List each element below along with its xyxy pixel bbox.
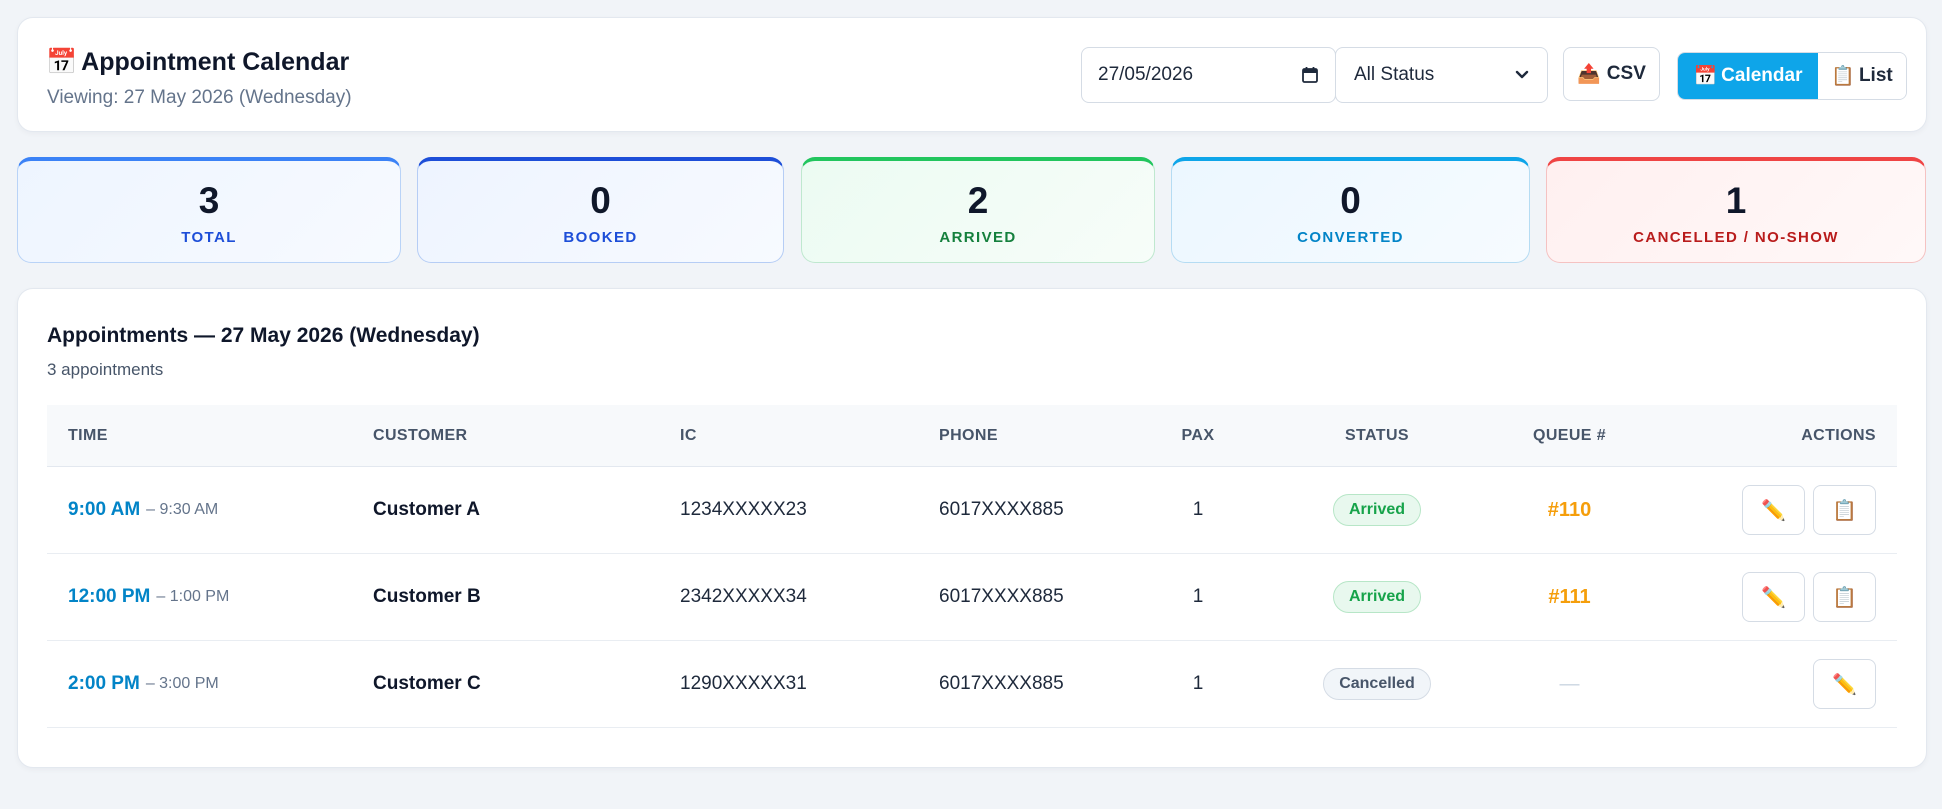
column-header-pax[interactable]: PAX: [1178, 405, 1218, 467]
time-cell: 12:00 PM – 1:00 PM: [68, 554, 229, 640]
viewing-value: 27 May 2026 (Wednesday): [123, 87, 352, 108]
pencil-icon: ✏️: [1761, 586, 1786, 609]
status-cell: Arrived: [1302, 554, 1452, 640]
date-picker-input[interactable]: 27/05/2026: [1081, 47, 1336, 103]
appointments-title: Appointments — 27 May 2026 (Wednesday): [47, 324, 480, 347]
calendar-view-button[interactable]: 📅 Calendar: [1678, 53, 1818, 99]
ic-number: 2342XXXXX34: [680, 586, 807, 607]
chevron-down-icon: [1515, 70, 1529, 79]
customer-name: Customer C: [373, 673, 481, 694]
viewing-date-text: Viewing: 27 May 2026 (Wednesday): [47, 87, 352, 109]
stat-booked-value: 0: [590, 179, 611, 221]
start-time: 9:00 AM: [68, 499, 141, 520]
date-value: 27/05/2026: [1098, 64, 1194, 85]
appointments-panel: Appointments — 27 May 2026 (Wednesday) 3…: [17, 288, 1927, 768]
stat-arrived-value: 2: [967, 179, 989, 221]
stat-converted-value: 0: [1340, 179, 1361, 221]
table-header: TIME CUSTOMER IC PHONE PAX STATUS QUEUE …: [47, 405, 1897, 467]
actions-cell: ✏️ 📋: [1742, 467, 1876, 553]
stat-converted-label: CONVERTED: [1297, 228, 1404, 246]
csv-label: CSV: [1606, 63, 1646, 84]
table-row[interactable]: 12:00 PM – 1:00 PM Customer B 2342XXXXX3…: [47, 554, 1897, 641]
csv-export-button[interactable]: 📤 CSV: [1563, 47, 1660, 101]
appointments-table: TIME CUSTOMER IC PHONE PAX STATUS QUEUE …: [47, 405, 1897, 728]
column-header-ic[interactable]: IC: [680, 405, 697, 467]
edit-button[interactable]: ✏️: [1813, 659, 1876, 709]
pax-count: 1: [1192, 673, 1204, 694]
header-card: 📅 Appointment Calendar Viewing: 27 May 2…: [17, 17, 1927, 132]
stat-cancelled-label: CANCELLED / NO-SHOW: [1633, 228, 1839, 246]
phone-number: 6017XXXX885: [939, 499, 1064, 520]
stat-booked-label: BOOKED: [563, 228, 638, 246]
edit-button[interactable]: ✏️: [1742, 572, 1805, 622]
view-toggle: 📅 Calendar 📋 List: [1677, 52, 1907, 100]
time-cell: 9:00 AM – 9:30 AM: [68, 467, 218, 553]
status-badge: Arrived: [1332, 494, 1422, 526]
phone-number: 6017XXXX885: [939, 586, 1064, 607]
status-cell: Arrived: [1302, 467, 1452, 553]
stat-card-converted: 0 CONVERTED: [1171, 157, 1530, 263]
status-cell: Cancelled: [1302, 641, 1452, 727]
actions-cell: ✏️ 📋: [1742, 554, 1876, 640]
stat-card-total: 3 TOTAL: [17, 157, 401, 263]
stat-cancelled-value: 1: [1725, 179, 1747, 221]
status-badge: Arrived: [1332, 581, 1422, 613]
stat-card-cancelled: 1 CANCELLED / NO-SHOW: [1546, 157, 1926, 263]
viewing-prefix: Viewing:: [47, 87, 124, 108]
calendar-view-label: Calendar: [1721, 65, 1803, 86]
phone-number: 6017XXXX885: [939, 673, 1064, 694]
column-header-customer[interactable]: CUSTOMER: [373, 405, 467, 467]
queue-number: #110: [1547, 498, 1592, 521]
customer-name: Customer B: [373, 586, 481, 607]
stat-card-arrived: 2 ARRIVED: [801, 157, 1155, 263]
list-view-button[interactable]: 📋 List: [1818, 53, 1906, 99]
notes-button[interactable]: 📋: [1813, 572, 1876, 622]
list-view-label: List: [1858, 65, 1893, 86]
page-title-text: Appointment Calendar: [81, 48, 350, 76]
actions-cell: ✏️: [1813, 641, 1876, 727]
start-time: 12:00 PM: [68, 586, 151, 607]
stat-total-value: 3: [198, 179, 220, 221]
stat-total-label: TOTAL: [181, 228, 237, 246]
page-title: 📅 Appointment Calendar: [46, 48, 349, 77]
pencil-icon: ✏️: [1761, 499, 1786, 522]
export-icon: 📤: [1577, 64, 1601, 85]
edit-button[interactable]: ✏️: [1742, 485, 1805, 535]
status-filter-value: All Status: [1354, 64, 1435, 85]
column-header-phone[interactable]: PHONE: [939, 405, 998, 467]
calendar-icon: 📅: [46, 48, 78, 76]
status-badge: Cancelled: [1323, 668, 1431, 700]
column-header-time[interactable]: TIME: [68, 405, 108, 467]
calendar-picker-icon[interactable]: [1301, 66, 1319, 84]
queue-number: —: [1559, 672, 1580, 695]
start-time: 2:00 PM: [68, 673, 140, 694]
column-header-queue[interactable]: QUEUE #: [1512, 405, 1627, 467]
calendar-view-icon: 📅: [1693, 66, 1718, 87]
ic-number: 1234XXXXX23: [680, 499, 807, 520]
pencil-icon: ✏️: [1832, 673, 1857, 696]
ic-number: 1290XXXXX31: [680, 673, 807, 694]
clipboard-icon: 📋: [1832, 499, 1857, 522]
end-time: – 1:00 PM: [156, 588, 230, 605]
column-header-actions: ACTIONS: [1801, 427, 1876, 444]
list-view-icon: 📋: [1831, 66, 1855, 87]
table-row[interactable]: 2:00 PM – 3:00 PM Customer C 1290XXXXX31…: [47, 641, 1897, 728]
notes-button[interactable]: 📋: [1813, 485, 1876, 535]
time-cell: 2:00 PM – 3:00 PM: [68, 641, 219, 727]
pax-count: 1: [1192, 499, 1204, 520]
status-filter-select[interactable]: All Status: [1335, 47, 1548, 103]
stat-card-booked: 0 BOOKED: [417, 157, 784, 263]
clipboard-icon: 📋: [1832, 586, 1857, 609]
end-time: – 9:30 AM: [146, 501, 219, 518]
stat-arrived-label: ARRIVED: [939, 228, 1017, 246]
end-time: – 3:00 PM: [145, 675, 219, 692]
pax-count: 1: [1192, 586, 1204, 607]
queue-number: #111: [1548, 585, 1591, 608]
appointments-count: 3 appointments: [47, 360, 164, 379]
customer-name: Customer A: [373, 499, 480, 520]
table-row[interactable]: 9:00 AM – 9:30 AM Customer A 1234XXXXX23…: [47, 467, 1897, 554]
column-header-status[interactable]: STATUS: [1302, 405, 1452, 467]
